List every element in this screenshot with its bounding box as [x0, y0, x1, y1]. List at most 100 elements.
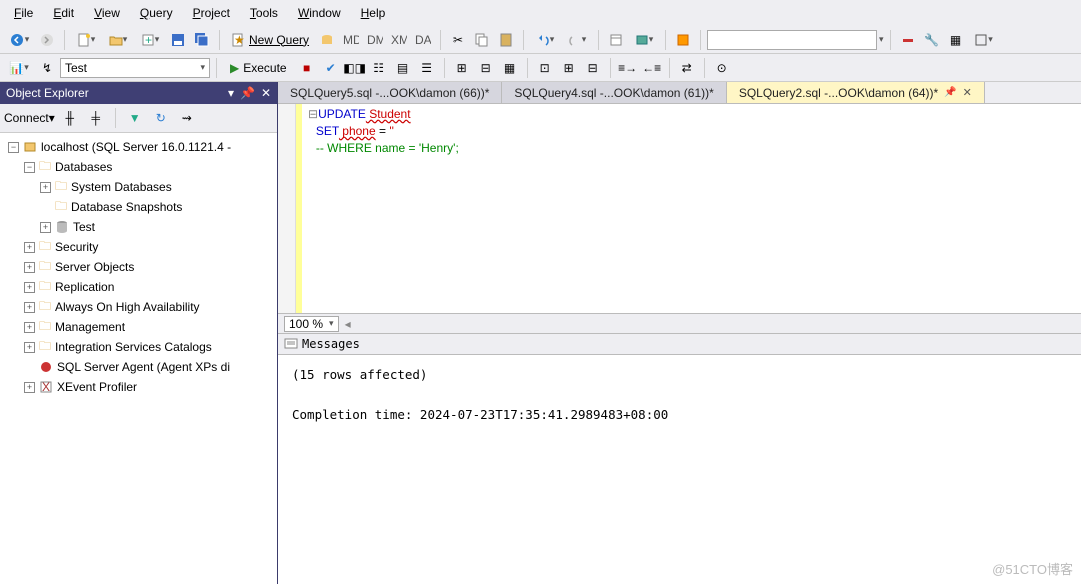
copy-button[interactable] — [471, 29, 493, 51]
tree-server-objects[interactable]: +🗀Server Objects — [0, 257, 277, 277]
results-file-icon[interactable]: ⊡ — [534, 57, 556, 79]
nav-forward-button[interactable] — [36, 29, 58, 51]
menu-help[interactable]: Help — [353, 4, 394, 22]
menu-query[interactable]: Query — [132, 4, 181, 22]
tree-system-databases[interactable]: +🗀System Databases — [0, 177, 277, 197]
messages-output[interactable]: (15 rows affected) Completion time: 2024… — [278, 355, 1081, 584]
stop-icon[interactable]: ╪ — [85, 107, 107, 129]
undo-button[interactable]: ▾ — [530, 29, 560, 51]
pin-icon[interactable]: 📌 — [944, 87, 956, 98]
include-plan-icon[interactable]: ⊟ — [475, 57, 497, 79]
search-dropdown-icon[interactable]: ▾ — [879, 34, 884, 45]
zoom-bar: 100 %▾ ◂ — [278, 314, 1081, 334]
search-input[interactable] — [707, 30, 877, 50]
tree-security[interactable]: +🗀Security — [0, 237, 277, 257]
tree-xevent[interactable]: +XXEvent Profiler — [0, 377, 277, 397]
xmla-icon[interactable]: XMLA — [388, 29, 410, 51]
surround-icon[interactable]: ⊙ — [711, 57, 733, 79]
database-icon — [55, 220, 69, 234]
tree-server-node[interactable]: −localhost (SQL Server 16.0.1121.4 - — [0, 137, 277, 157]
code-editor[interactable]: ⊟UPDATE Student SET phone = '' -- WHERE … — [278, 104, 1081, 314]
results-text-icon[interactable]: ☰ — [416, 57, 438, 79]
close-tab-icon[interactable]: ✕ — [963, 86, 972, 99]
tree-test-db[interactable]: +Test — [0, 217, 277, 237]
pin-icon[interactable]: 📌 — [240, 86, 255, 100]
tree-databases[interactable]: −🗀Databases — [0, 157, 277, 177]
svg-text:X: X — [42, 380, 50, 394]
query-options-icon[interactable]: ☷ — [368, 57, 390, 79]
dmx-icon[interactable]: DMX — [364, 29, 386, 51]
menu-window[interactable]: Window — [290, 4, 349, 22]
new-file-button[interactable]: ▾ — [71, 29, 101, 51]
menu-edit[interactable]: Edit — [45, 4, 82, 22]
zoom-selector[interactable]: 100 %▾ — [284, 316, 339, 332]
folder-icon: 🗀 — [39, 257, 51, 278]
menu-file[interactable]: FFileile — [6, 4, 41, 22]
editor-gutter — [278, 104, 296, 313]
change-connection-icon[interactable]: ↯ — [36, 57, 58, 79]
messages-tab[interactable]: Messages — [278, 334, 1081, 355]
tab-sqlquery5[interactable]: SQLQuery5.sql -...OOK\damon (66))* — [278, 82, 502, 103]
redo-button[interactable]: ▾ — [562, 29, 592, 51]
folder-icon: 🗀 — [55, 177, 67, 198]
tree-always-on[interactable]: +🗀Always On High Availability — [0, 297, 277, 317]
disconnect-icon[interactable]: ╫ — [59, 107, 81, 129]
save-button[interactable] — [167, 29, 189, 51]
properties-icon[interactable] — [605, 29, 627, 51]
pulse-icon[interactable]: ⇝ — [176, 107, 198, 129]
tool-icon-4[interactable]: ▾ — [969, 29, 999, 51]
tree-agent[interactable]: SQL Server Agent (Agent XPs di — [0, 357, 277, 377]
object-explorer-title-bar: Object Explorer ▾ 📌 ✕ — [0, 82, 277, 104]
watermark: @51CTO博客 — [992, 559, 1073, 578]
open-file-button[interactable]: ▾ — [103, 29, 133, 51]
database-selector[interactable]: Test▾ — [60, 58, 210, 78]
activity-monitor-icon[interactable] — [672, 29, 694, 51]
dax-icon[interactable]: DAX — [412, 29, 434, 51]
object-explorer-title: Object Explorer — [6, 86, 89, 100]
comment-icon[interactable]: ⊟ — [582, 57, 604, 79]
wrench-icon[interactable]: 🔧 — [921, 29, 943, 51]
code-content[interactable]: ⊟UPDATE Student SET phone = '' -- WHERE … — [302, 104, 465, 313]
menu-view[interactable]: View — [86, 4, 128, 22]
outdent-icon[interactable]: ←≡ — [641, 57, 663, 79]
tree-isc[interactable]: +🗀Integration Services Catalogs — [0, 337, 277, 357]
indent-icon[interactable]: ≡→ — [617, 57, 639, 79]
specify-values-icon[interactable]: ⇄ — [676, 57, 698, 79]
tool-icon-3[interactable]: ▦ — [945, 29, 967, 51]
use-db-icon[interactable]: 📊▾ — [4, 57, 34, 79]
parse-button[interactable]: ✔ — [320, 57, 342, 79]
nav-back-button[interactable]: ▾ — [4, 29, 34, 51]
include-stats-icon[interactable]: ⊞ — [451, 57, 473, 79]
refresh-icon[interactable]: ↻ — [150, 107, 172, 129]
connect-button[interactable]: Connect▾ — [4, 111, 55, 125]
tool-icon-1[interactable] — [897, 29, 919, 51]
db-query-icon-1[interactable] — [316, 29, 338, 51]
dropdown-icon[interactable]: ▾ — [228, 86, 234, 100]
new-query-button[interactable]: ★New Query — [226, 29, 314, 51]
execute-button[interactable]: ▶Execute — [223, 57, 294, 79]
tree-replication[interactable]: +🗀Replication — [0, 277, 277, 297]
results-pane-icon[interactable]: ⊞ — [558, 57, 580, 79]
tab-sqlquery4[interactable]: SQLQuery4.sql -...OOK\damon (61))* — [502, 82, 726, 103]
save-all-button[interactable] — [191, 29, 213, 51]
folder-icon: 🗀 — [39, 317, 51, 338]
filter-icon[interactable]: ▼ — [124, 107, 146, 129]
display-plan-icon[interactable]: ◧◨ — [344, 57, 366, 79]
cancel-query-button[interactable]: ■ — [296, 57, 318, 79]
registered-servers-icon[interactable]: ▾ — [629, 29, 659, 51]
tab-sqlquery2[interactable]: SQLQuery2.sql -...OOK\damon (64))*📌✕ — [727, 82, 985, 103]
results-grid-icon[interactable]: ▤ — [392, 57, 414, 79]
editor-area: SQLQuery5.sql -...OOK\damon (66))* SQLQu… — [278, 82, 1081, 584]
close-icon[interactable]: ✕ — [261, 86, 271, 100]
sqlcmd-icon[interactable]: ▦ — [499, 57, 521, 79]
object-explorer-tree: −localhost (SQL Server 16.0.1121.4 - −🗀D… — [0, 133, 277, 584]
paste-button[interactable] — [495, 29, 517, 51]
menu-project[interactable]: Project — [185, 4, 238, 22]
mdx-icon[interactable]: MDX — [340, 29, 362, 51]
add-item-button[interactable]: +▾ — [135, 29, 165, 51]
folder-icon: 🗀 — [39, 337, 51, 358]
tree-db-snapshots[interactable]: 🗀Database Snapshots — [0, 197, 277, 217]
cut-button[interactable]: ✂ — [447, 29, 469, 51]
menu-tools[interactable]: Tools — [242, 4, 286, 22]
tree-management[interactable]: +🗀Management — [0, 317, 277, 337]
